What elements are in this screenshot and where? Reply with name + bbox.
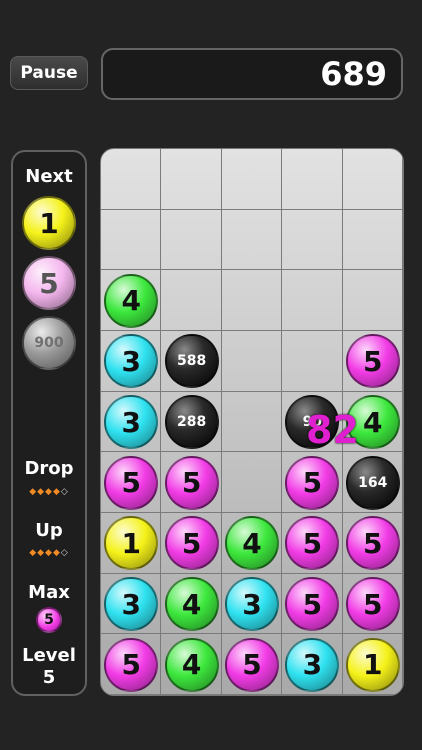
progress-dot-filled: ◆ (29, 487, 38, 497)
board-cell[interactable] (221, 331, 283, 392)
max-ball: 5 (36, 607, 62, 633)
progress-dot-filled: ◆ (52, 487, 61, 497)
number-ball[interactable]: 5 (104, 455, 159, 510)
progress-dot-filled: ◆ (45, 487, 53, 497)
ball-value: 588 (176, 353, 207, 370)
ball-value: 3 (121, 344, 141, 378)
max-label: Max (28, 582, 70, 603)
board-cell[interactable] (221, 391, 283, 453)
floating-score: 82 (306, 408, 359, 452)
ball-value: 3 (302, 648, 323, 682)
ball-value: 5 (302, 526, 323, 560)
board-cell[interactable] (282, 331, 343, 392)
next-ball-value: 5 (39, 266, 59, 300)
ball-value: 164 (358, 474, 388, 491)
number-ball[interactable]: 5 (285, 577, 340, 631)
ball-value: 4 (363, 405, 383, 439)
ball-value: 5 (181, 526, 202, 560)
ball-value: 5 (363, 526, 383, 560)
board-cell[interactable] (161, 270, 222, 331)
progress-dot-filled: ◆ (52, 548, 61, 558)
number-ball[interactable]: 1 (345, 637, 400, 692)
ball-value: 5 (181, 466, 202, 500)
number-ball[interactable]: 3 (225, 577, 279, 631)
ball-value: 288 (176, 414, 207, 430)
ball-value: 3 (121, 405, 141, 439)
ball-value: 3 (121, 587, 141, 621)
ball-value: 5 (302, 466, 323, 500)
up-progress-dots: ◆◆◆◆◇ (13, 548, 85, 558)
pause-button[interactable]: Pause (10, 56, 88, 90)
ball-value: 5 (121, 648, 141, 682)
ball-value: 5 (242, 648, 262, 682)
ball-value: 5 (363, 344, 383, 378)
next-label: Next (25, 166, 73, 187)
next-ball-value: 900 (34, 335, 64, 351)
progress-dot-filled: ◆ (45, 548, 53, 558)
ball-value: 3 (242, 587, 262, 621)
board-cell[interactable] (221, 452, 283, 513)
ball-value: 4 (242, 526, 262, 560)
board-cell[interactable] (282, 149, 343, 210)
number-ball[interactable]: 5 (345, 334, 400, 389)
number-ball[interactable]: 3 (285, 637, 340, 692)
block-ball[interactable]: 588 (164, 334, 219, 389)
number-ball[interactable]: 5 (104, 637, 159, 692)
board-cell[interactable] (221, 149, 283, 210)
board-cell[interactable] (221, 209, 283, 271)
level-label: Level (22, 645, 76, 666)
number-ball[interactable]: 5 (345, 516, 400, 571)
up-label: Up (35, 520, 63, 541)
number-ball[interactable]: 5 (164, 516, 219, 571)
ball-value: 4 (181, 648, 202, 682)
board-cell[interactable] (282, 209, 343, 271)
ball-value: 5 (363, 587, 383, 621)
board-cell[interactable] (342, 149, 403, 210)
progress-dot-empty: ◇ (60, 548, 69, 558)
next-ball-value: 1 (39, 206, 59, 240)
block-ball[interactable]: 288 (164, 395, 219, 449)
progress-dot-filled: ◆ (37, 548, 46, 558)
number-ball[interactable]: 4 (164, 577, 219, 631)
score-display: 689 (101, 48, 403, 100)
block-ball[interactable]: 164 (345, 455, 400, 510)
board-cell[interactable] (221, 270, 283, 331)
number-ball[interactable]: 4 (164, 637, 219, 692)
ball-value: 5 (302, 587, 323, 621)
board-cell[interactable] (161, 149, 222, 210)
ball-value: 4 (121, 284, 141, 318)
drop-progress-dots: ◆◆◆◆◇ (13, 487, 85, 497)
number-ball[interactable]: 5 (285, 455, 340, 510)
board-cell[interactable] (342, 270, 403, 331)
board-cell[interactable] (342, 209, 403, 271)
next-ball: 5 (22, 256, 76, 310)
ball-value: 4 (181, 587, 202, 621)
number-ball[interactable]: 4 (104, 273, 159, 328)
number-ball[interactable]: 4 (225, 516, 279, 571)
number-ball[interactable]: 3 (104, 395, 159, 449)
side-panel: Next 1 5 900 Drop ◆◆◆◆◇ Up ◆◆◆◆◇ Max 5 Lev… (11, 150, 87, 696)
progress-dot-filled: ◆ (29, 548, 38, 558)
number-ball[interactable]: 5 (345, 577, 400, 631)
number-ball[interactable]: 3 (104, 577, 159, 631)
level-value: 5 (42, 667, 56, 688)
number-ball[interactable]: 5 (225, 637, 279, 692)
board-cell[interactable] (161, 209, 222, 271)
board-cell[interactable] (101, 149, 162, 210)
next-ball: 1 (22, 196, 76, 250)
drop-label: Drop (24, 458, 74, 479)
number-ball[interactable]: 5 (164, 455, 219, 510)
ball-value: 1 (121, 526, 141, 560)
next-ball: 900 (22, 316, 76, 370)
progress-dot-empty: ◇ (60, 487, 69, 497)
ball-value: 5 (121, 466, 141, 500)
board-cell[interactable] (282, 270, 343, 331)
ball-value: 1 (363, 648, 383, 682)
score-value: 689 (320, 55, 387, 93)
progress-dot-filled: ◆ (37, 487, 46, 497)
board-cell[interactable] (101, 209, 162, 271)
max-value: 5 (44, 612, 54, 628)
